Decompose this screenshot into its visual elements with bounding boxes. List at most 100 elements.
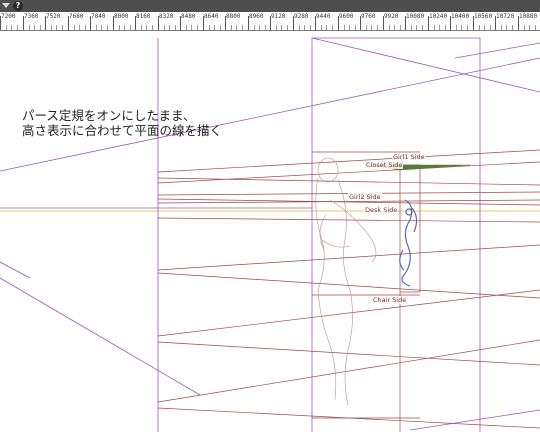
ruler-minor-tick	[326, 25, 327, 30]
label-closet-side: Closet Side	[365, 161, 404, 169]
ruler-minor-tick	[209, 25, 210, 30]
ruler-minor-tick	[6, 25, 7, 30]
ruler-minor-tick	[107, 25, 108, 30]
ruler-minor-tick	[349, 25, 350, 30]
ruler-minor-tick	[40, 25, 41, 30]
ruler-minor-tick	[186, 25, 187, 30]
ruler-minor-tick	[34, 25, 35, 30]
ruler-label: 9120	[271, 13, 286, 20]
ruler-minor-tick	[254, 25, 255, 30]
ruler-minor-tick	[62, 25, 63, 30]
ruler-minor-tick	[265, 25, 266, 30]
label-girl2-side: Girl2 Side	[348, 193, 382, 201]
ruler-minor-tick	[529, 25, 530, 30]
ruler-minor-tick	[422, 25, 423, 30]
ruler-minor-tick	[535, 25, 536, 30]
ruler-minor-tick	[394, 25, 395, 30]
ruler-label: 7840	[91, 13, 106, 20]
ruler-minor-tick	[411, 25, 412, 30]
ruler-minor-tick	[287, 25, 288, 30]
ruler-minor-tick	[310, 25, 311, 30]
ruler-label: 10880	[519, 13, 538, 20]
ruler-minor-tick	[17, 25, 18, 30]
ruler-minor-tick	[434, 25, 435, 30]
ruler-label: 9280	[294, 13, 309, 20]
ruler-minor-tick	[512, 25, 513, 30]
ruler-minor-tick	[220, 25, 221, 30]
ruler-label: 8160	[136, 13, 151, 20]
ruler-minor-tick	[141, 25, 142, 30]
ruler-minor-tick	[242, 25, 243, 30]
annotation-line-1: パース定規をオンにしたまま、	[22, 108, 196, 123]
ruler-minor-tick	[197, 25, 198, 30]
ruler-minor-tick	[146, 25, 147, 30]
ruler-minor-tick	[152, 25, 153, 30]
ruler-minor-tick	[119, 25, 120, 30]
ruler-minor-tick	[355, 25, 356, 30]
drawing-canvas[interactable]: パース定規をオンにしたまま、 高さ表示に合わせて平面の線を描く Girl1 Si…	[0, 31, 540, 432]
ruler-label: 7520	[46, 13, 61, 20]
ruler-minor-tick	[366, 25, 367, 30]
ruler-label: 8320	[159, 13, 174, 20]
ruler-minor-tick	[51, 25, 52, 30]
ruler-minor-tick	[164, 25, 165, 30]
ruler-label: 9760	[361, 13, 376, 20]
ruler-label: 9600	[339, 13, 354, 20]
label-desk-side: Desk Side	[364, 206, 399, 214]
ruler-minor-tick	[439, 25, 440, 30]
ruler-minor-tick	[490, 25, 491, 30]
ruler-minor-tick	[276, 25, 277, 30]
blue-sketch	[399, 199, 418, 287]
ruler-minor-tick	[175, 25, 176, 30]
ruler-label: 10240	[429, 13, 448, 20]
ruler-label: 9920	[384, 13, 399, 20]
ruler-minor-tick	[85, 25, 86, 30]
ruler-label: 9440	[316, 13, 331, 20]
ruler-label: 8000	[114, 13, 129, 20]
ruler-minor-tick	[214, 25, 215, 30]
ruler-minor-tick	[445, 25, 446, 30]
ruler-minor-tick	[332, 25, 333, 30]
ruler-minor-tick	[96, 25, 97, 30]
ruler-label: 8800	[226, 13, 241, 20]
ruler-minor-tick	[169, 25, 170, 30]
help-icon[interactable]: ?	[13, 1, 23, 11]
ruler-label: 8640	[204, 13, 219, 20]
annotation-line-2: 高さ表示に合わせて平面の線を描く	[22, 123, 223, 138]
ruler-label: 10080	[406, 13, 425, 20]
ruler-minor-tick	[467, 25, 468, 30]
ruler-minor-tick	[281, 25, 282, 30]
ruler-label: 8960	[249, 13, 264, 20]
ruler-minor-tick	[389, 25, 390, 30]
ruler-minor-tick	[506, 25, 507, 30]
ruler-minor-tick	[304, 25, 305, 30]
palette-titlebar: ?	[0, 0, 540, 12]
ruler-label: 7200	[1, 13, 16, 20]
ruler-minor-tick	[236, 25, 237, 30]
label-chair-side: Chair Side	[372, 296, 408, 304]
perspective-guides	[0, 37, 540, 432]
ruler-minor-tick	[371, 25, 372, 30]
label-girl1-side: Girl1 Side	[392, 153, 426, 161]
ruler-label: 10720	[496, 13, 515, 20]
ruler-minor-tick	[461, 25, 462, 30]
ruler-label: 7680	[69, 13, 84, 20]
ruler-minor-tick	[56, 25, 57, 30]
ruler-minor-tick	[259, 25, 260, 30]
horizontal-ruler[interactable]: 7200 7360 7520 7680 7840 8000 8160 8320 8480 8640…	[0, 12, 540, 31]
ruler-minor-tick	[11, 25, 12, 30]
ruler-minor-tick	[79, 25, 80, 30]
ruler-label: 7360	[24, 13, 39, 20]
ruler-minor-tick	[479, 25, 480, 30]
ruler-minor-tick	[416, 25, 417, 30]
ruler-minor-tick	[501, 25, 502, 30]
menu-triangle-icon[interactable]	[2, 3, 10, 8]
ruler-minor-tick	[344, 25, 345, 30]
ruler-minor-tick	[191, 25, 192, 30]
ruler-minor-tick	[231, 25, 232, 30]
ruler-minor-tick	[377, 25, 378, 30]
ruler-minor-tick	[524, 25, 525, 30]
ruler-label: 10560	[474, 13, 493, 20]
ruler-minor-tick	[484, 25, 485, 30]
ruler-minor-tick	[130, 25, 131, 30]
